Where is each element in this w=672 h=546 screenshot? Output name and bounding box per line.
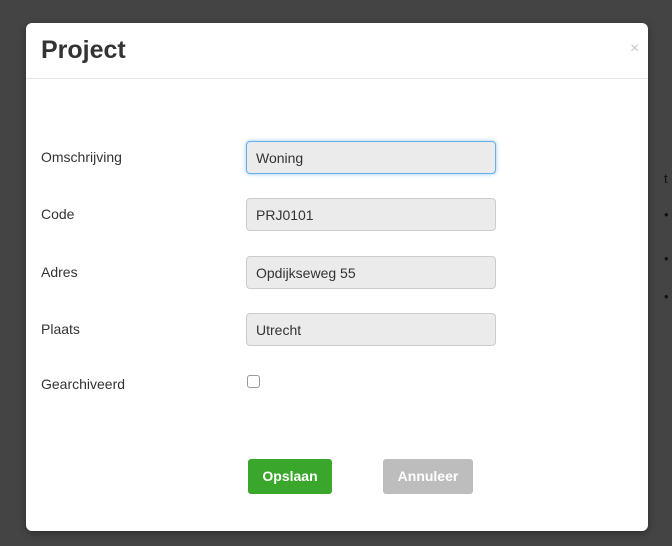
code-input[interactable] bbox=[246, 198, 496, 231]
background-bullet: • bbox=[664, 289, 669, 304]
adres-input[interactable] bbox=[246, 256, 496, 289]
save-button[interactable]: Opslaan bbox=[248, 459, 332, 494]
gearchiveerd-label: Gearchiveerd bbox=[41, 376, 126, 392]
omschrijving-input[interactable] bbox=[246, 141, 496, 174]
modal-header: Project × bbox=[26, 23, 648, 79]
modal-title: Project bbox=[41, 36, 126, 64]
background-bullet: • bbox=[664, 207, 669, 222]
background-bullet: • bbox=[664, 251, 669, 266]
project-modal: Project × Omschrijving Code Adres Plaats… bbox=[26, 23, 648, 531]
omschrijving-label: Omschrijving bbox=[41, 149, 122, 165]
adres-label: Adres bbox=[41, 264, 78, 280]
plaats-input[interactable] bbox=[246, 313, 496, 346]
close-icon[interactable]: × bbox=[630, 41, 639, 57]
gearchiveerd-checkbox[interactable] bbox=[247, 375, 260, 388]
code-label: Code bbox=[41, 206, 75, 222]
plaats-label: Plaats bbox=[41, 321, 80, 337]
cancel-button[interactable]: Annuleer bbox=[383, 459, 473, 494]
background-text-fragment: t bbox=[664, 171, 668, 186]
